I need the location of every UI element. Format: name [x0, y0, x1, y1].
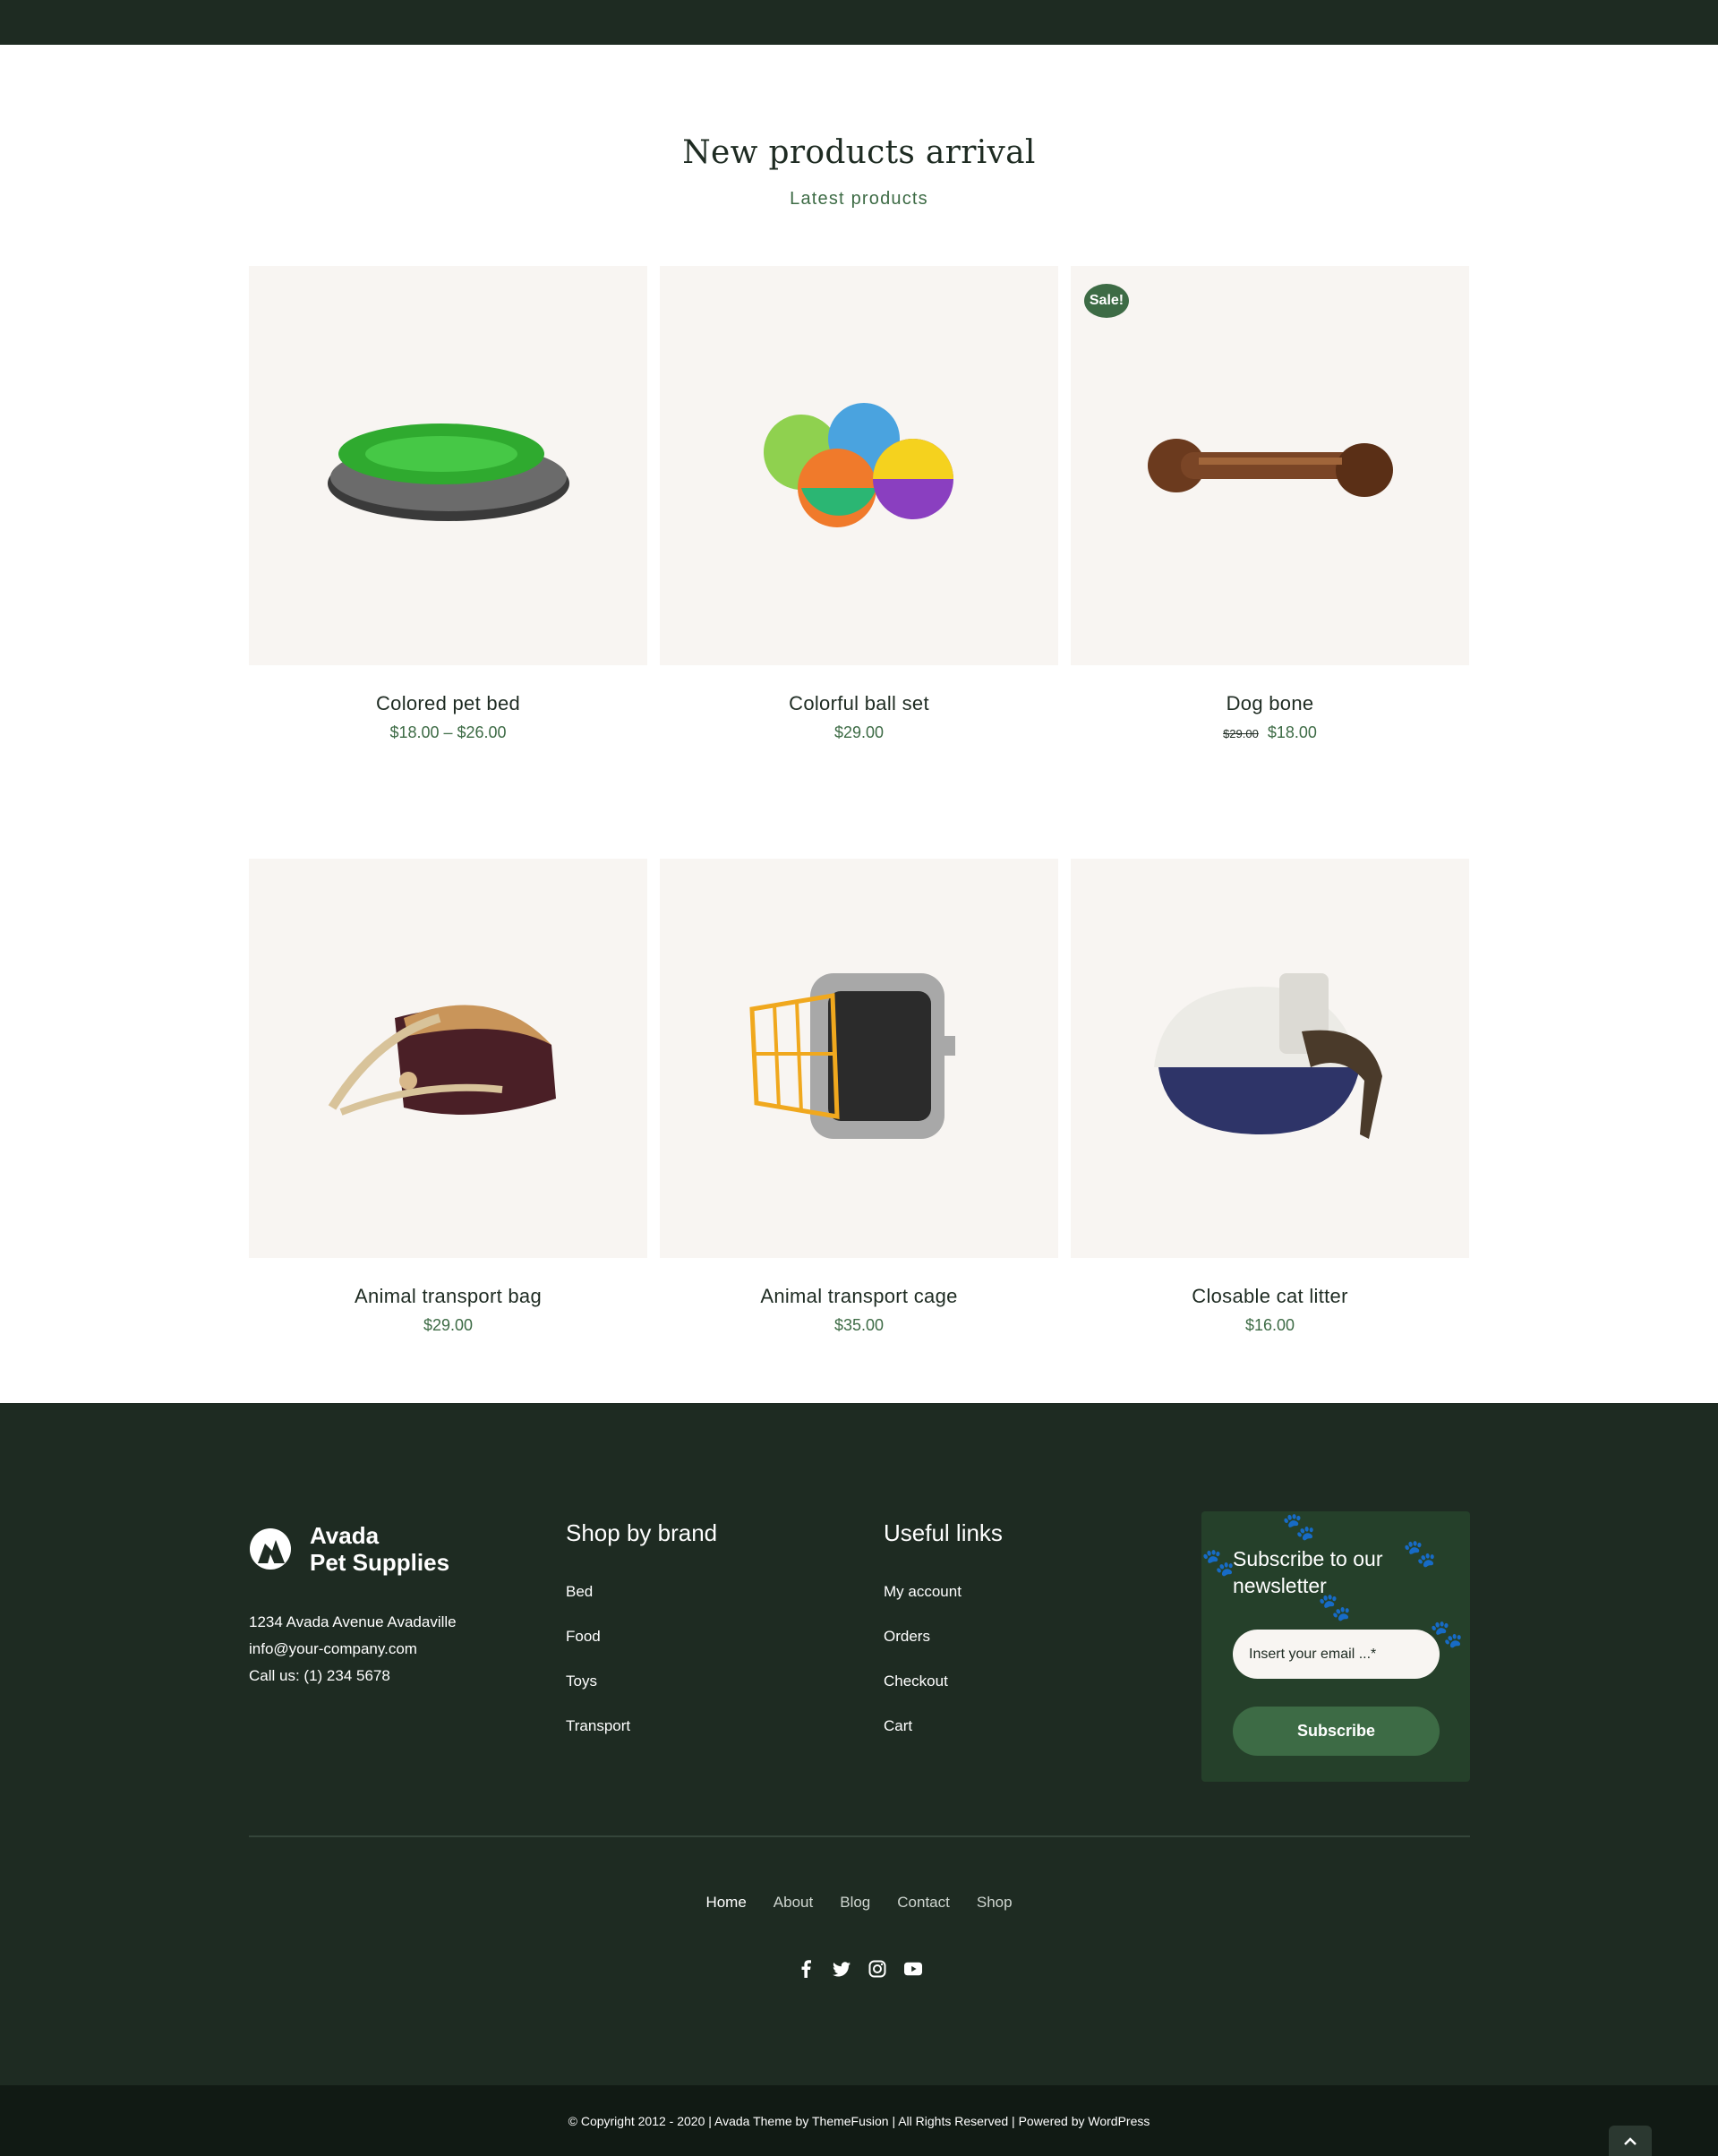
product-name[interactable]: Colored pet bed [249, 692, 647, 715]
product-price: $29.00 $18.00 [1071, 723, 1469, 742]
footer-brand[interactable]: Avada Pet Supplies [249, 1522, 449, 1576]
product-price: $18.00 – $26.00 [389, 723, 507, 741]
instagram-icon[interactable] [868, 1960, 886, 1978]
nav-contact[interactable]: Contact [897, 1894, 950, 1912]
subscribe-button[interactable]: Subscribe [1233, 1707, 1440, 1756]
copyright-bar: © Copyright 2012 - 2020 | Avada Theme by… [0, 2085, 1718, 2156]
product-image[interactable] [249, 266, 647, 665]
link-orders[interactable]: Orders [884, 1628, 1003, 1673]
link-cart[interactable]: Cart [884, 1717, 1003, 1762]
footer-divider [249, 1835, 1470, 1837]
product-card[interactable]: Animal transport cage $35.00 [660, 859, 1058, 1335]
brand-link-bed[interactable]: Bed [566, 1583, 717, 1628]
contact-info: 1234 Avada Avenue Avadaville info@your-c… [249, 1609, 457, 1690]
brand-logo-icon [250, 1528, 291, 1570]
product-image[interactable] [660, 266, 1058, 665]
newsletter-title: Subscribe to our newsletter [1233, 1547, 1383, 1597]
copyright-text: © Copyright 2012 - 2020 | Avada Theme by… [568, 2114, 1150, 2128]
social-links [0, 1960, 1718, 1978]
product-price: $35.00 [833, 1316, 885, 1334]
phone-text: Call us: (1) 234 5678 [249, 1667, 390, 1684]
product-image[interactable] [660, 859, 1058, 1258]
shop-by-brand-title: Shop by brand [566, 1519, 718, 1546]
section-title: New products arrival [682, 134, 1036, 171]
sale-badge: Sale! [1084, 284, 1129, 318]
paw-icon: 🐾 [1282, 1512, 1316, 1542]
address-text: 1234 Avada Avenue Avadaville [249, 1613, 457, 1630]
top-bar [0, 0, 1718, 45]
section-subtitle: Latest products [790, 189, 928, 209]
useful-links-column: Useful links My account Orders Checkout … [884, 1519, 1003, 1762]
product-price: $29.00 [423, 1316, 474, 1334]
pet-bed-image [327, 424, 569, 521]
transport-bag-image [328, 1005, 556, 1116]
brand-name-line2: Pet Supplies [310, 1549, 450, 1576]
chevron-up-icon [1624, 2137, 1637, 2145]
useful-links-list: My account Orders Checkout Cart [884, 1583, 1003, 1762]
product-name[interactable]: Colorful ball set [660, 692, 1058, 715]
product-card[interactable]: Closable cat litter $16.00 [1071, 859, 1469, 1335]
product-grid: Colored pet bed $18.00 – $26.00 Colorful… [249, 266, 1469, 1335]
shop-by-brand-links: Bed Food Toys Transport [566, 1583, 717, 1762]
nav-blog[interactable]: Blog [840, 1894, 870, 1912]
nav-about[interactable]: About [774, 1894, 813, 1912]
youtube-icon[interactable] [903, 1960, 922, 1978]
product-card[interactable]: Sale! Dog bone $29.00 $18.00 [1071, 266, 1469, 742]
nav-shop[interactable]: Shop [977, 1894, 1013, 1912]
email-link[interactable]: info@your-company.com [249, 1636, 457, 1663]
nav-home[interactable]: Home [705, 1894, 746, 1912]
product-name[interactable]: Animal transport cage [660, 1285, 1058, 1308]
product-card[interactable]: Animal transport bag $29.00 [249, 859, 647, 1335]
product-name[interactable]: Closable cat litter [1071, 1285, 1469, 1308]
footer: Avada Pet Supplies 1234 Avada Avenue Ava… [0, 1403, 1718, 2085]
facebook-icon[interactable] [797, 1960, 815, 1978]
product-name[interactable]: Dog bone [1071, 692, 1469, 715]
product-price: $29.00 [833, 723, 885, 741]
product-image[interactable] [1071, 859, 1469, 1258]
link-checkout[interactable]: Checkout [884, 1673, 1003, 1717]
dog-bone-image [1147, 439, 1393, 497]
section-header: New products arrival Latest products [0, 134, 1718, 210]
product-image[interactable] [249, 859, 647, 1258]
cat-litter-image [1153, 973, 1382, 1139]
shop-by-brand-column: Shop by brand Bed Food Toys Transport [566, 1519, 717, 1762]
brand-link-toys[interactable]: Toys [566, 1673, 717, 1717]
newsletter-email-input[interactable] [1233, 1630, 1440, 1679]
transport-cage-image [748, 973, 955, 1139]
newsletter-box: 🐾 🐾 🐾 🐾 🐾 Subscribe to our newsletter Su… [1201, 1511, 1470, 1782]
scroll-to-top-button[interactable] [1609, 2126, 1652, 2156]
twitter-icon[interactable] [832, 1960, 850, 1978]
product-name[interactable]: Animal transport bag [249, 1285, 647, 1308]
sale-price: $18.00 [1267, 723, 1317, 741]
link-my-account[interactable]: My account [884, 1583, 1003, 1628]
old-price: $29.00 [1223, 727, 1259, 740]
ball-set-image [763, 403, 953, 527]
footer-nav: Home About Blog Contact Shop [0, 1894, 1718, 1912]
product-card[interactable]: Colored pet bed $18.00 – $26.00 [249, 266, 647, 742]
brand-name-line1: Avada [310, 1522, 380, 1549]
paw-icon: 🐾 [1201, 1548, 1235, 1578]
product-price: $16.00 [1244, 1316, 1295, 1334]
useful-links-title: Useful links [884, 1519, 1003, 1546]
product-card[interactable]: Colorful ball set $29.00 [660, 266, 1058, 742]
brand-link-food[interactable]: Food [566, 1628, 717, 1673]
product-image[interactable]: Sale! [1071, 266, 1469, 665]
brand-link-transport[interactable]: Transport [566, 1717, 717, 1762]
